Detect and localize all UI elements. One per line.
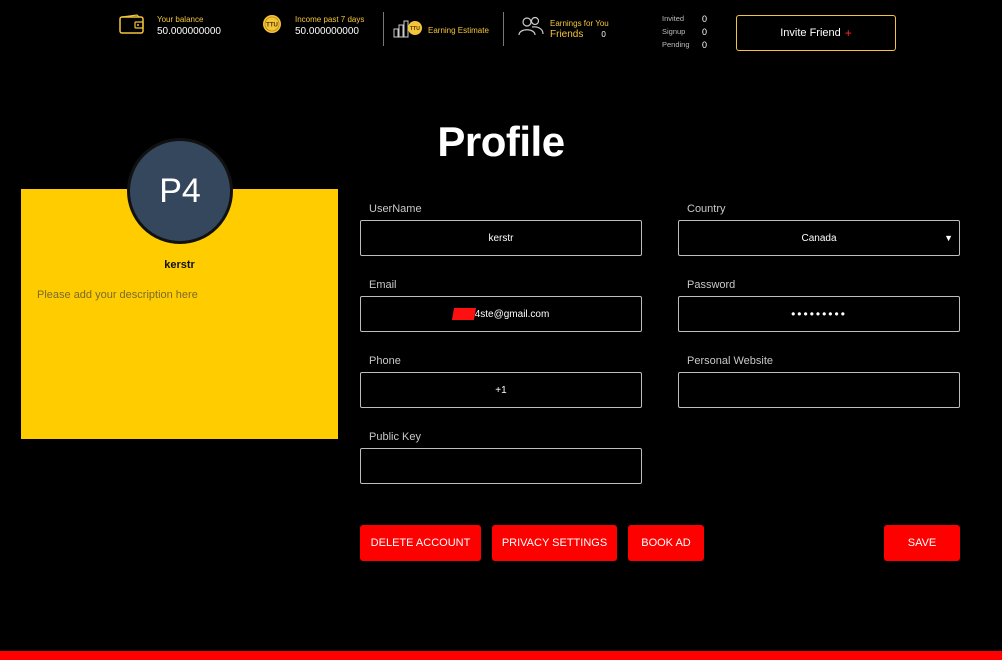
svg-text:TTU: TTU: [410, 26, 420, 32]
invite-stats: Invited 0 Signup 0 Pending 0: [662, 12, 707, 51]
avatar[interactable]: P4: [127, 138, 233, 244]
phone-label: Phone: [369, 355, 401, 367]
privacy-settings-button[interactable]: PRIVACY SETTINGS: [492, 525, 617, 561]
delete-account-button[interactable]: DELETE ACCOUNT: [360, 525, 481, 561]
friends-earnings-stat: Earnings for You Friends 0: [518, 15, 609, 42]
ttu-coin-icon: TTU: [262, 14, 282, 39]
users-icon: [518, 15, 544, 42]
username-label: UserName: [369, 203, 422, 215]
invited-value: 0: [702, 13, 708, 24]
divider: [503, 12, 504, 46]
earning-estimate-label: Earning Estimate: [428, 26, 489, 35]
website-label: Personal Website: [687, 355, 774, 367]
username-value: kerstr: [488, 232, 514, 244]
plus-icon: +: [844, 26, 852, 40]
book-ad-button[interactable]: BOOK AD: [628, 525, 704, 561]
friends-earnings-value: 0: [601, 29, 606, 39]
income-value: 50.000000000: [295, 26, 359, 37]
public-key-label: Public Key: [369, 431, 421, 443]
pending-label: Pending: [662, 40, 690, 49]
signup-label: Signup: [662, 27, 686, 36]
country-select[interactable]: Canada ▼: [678, 220, 960, 256]
dropdown-arrow-icon: ▼: [944, 233, 953, 243]
income-stat: TTU Income past 7 days 50.000000000: [262, 14, 364, 39]
public-key-input[interactable]: [360, 448, 642, 484]
username-input[interactable]: kerstr: [360, 220, 642, 256]
bar-chart-coin-icon: TTU: [393, 17, 423, 44]
signup-row: Signup 0: [662, 25, 707, 38]
pending-value: 0: [702, 39, 708, 50]
income-label: Income past 7 days: [295, 15, 365, 24]
phone-value: +1: [495, 384, 507, 396]
email-label: Email: [369, 279, 397, 291]
friends-label: Friends: [550, 28, 584, 40]
balance-label: Your balance: [157, 15, 204, 24]
divider: [383, 12, 384, 46]
svg-text:TTU: TTU: [266, 23, 278, 29]
password-label: Password: [687, 279, 736, 291]
friends-earnings-label: Earnings for You: [550, 18, 609, 28]
email-value: 4ste@gmail.com: [474, 308, 550, 320]
invite-friend-label: Invite Friend: [780, 27, 841, 39]
password-value: •••••••••: [791, 307, 847, 321]
balance-stat: Your balance 50.000000000: [119, 14, 221, 39]
profile-description[interactable]: Please add your description here: [37, 289, 198, 301]
wallet-icon: [119, 14, 145, 39]
bottom-accent-bar: [0, 651, 1002, 660]
redaction-mark: [451, 308, 476, 320]
pending-row: Pending 0: [662, 38, 707, 51]
country-value: Canada: [801, 232, 837, 244]
signup-value: 0: [702, 26, 708, 37]
save-button[interactable]: SAVE: [884, 525, 960, 561]
top-stats-bar: Your balance 50.000000000 TTU Income pas…: [0, 0, 1002, 62]
profile-name: kerstr: [164, 259, 195, 271]
invited-label: Invited: [662, 14, 685, 23]
invite-friend-button[interactable]: Invite Friend +: [736, 15, 896, 51]
country-label: Country: [687, 203, 726, 215]
invited-row: Invited 0: [662, 12, 707, 25]
password-input[interactable]: •••••••••: [678, 296, 960, 332]
website-input[interactable]: [678, 372, 960, 408]
balance-value: 50.000000000: [157, 26, 221, 37]
phone-input[interactable]: +1: [360, 372, 642, 408]
email-input[interactable]: 4ste@gmail.com: [360, 296, 642, 332]
earning-estimate-stat[interactable]: TTU Earning Estimate: [393, 17, 489, 44]
